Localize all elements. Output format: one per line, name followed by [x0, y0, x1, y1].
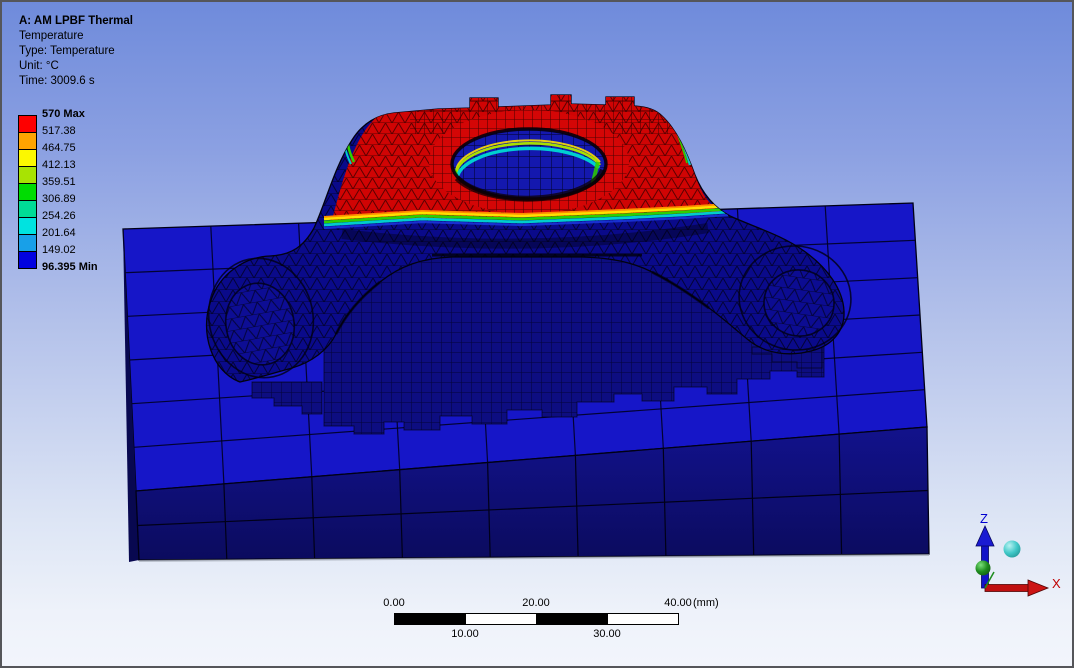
result-unit: Unit: °C [19, 59, 133, 74]
ansys-graphics-viewport: Z X A: AM LPBF Thermal Temperature Type:… [0, 0, 1074, 668]
ruler-segment [536, 613, 608, 625]
bracket-center-hole [452, 129, 606, 199]
ruler-tick-label: 30.00 [584, 628, 630, 640]
legend-band [19, 252, 36, 268]
legend-band [19, 116, 36, 133]
legend-value: 412.13 [42, 159, 132, 172]
ruler-unit-label: (mm) [693, 597, 733, 609]
ruler-tick-label: 10.00 [442, 628, 488, 640]
analysis-title: A: AM LPBF Thermal [19, 14, 133, 29]
legend-band [19, 133, 36, 150]
triad-y-ball[interactable] [976, 561, 991, 576]
legend-value: 306.89 [42, 193, 132, 206]
ruler-segment [465, 613, 537, 625]
triad-x-axis[interactable] [985, 585, 1032, 592]
legend-band [19, 150, 36, 167]
legend-band [19, 184, 36, 201]
legend-value: 359.51 [42, 176, 132, 189]
legend-value: 201.64 [42, 227, 132, 240]
legend-color-bar [18, 115, 37, 269]
ruler-segment [394, 613, 466, 625]
triad-z-label: Z [980, 511, 988, 526]
iso-view-ball[interactable] [1004, 541, 1021, 558]
legend-min-value: 96.395 Min [42, 261, 132, 274]
scale-ruler: 0.00 20.00 40.00 (mm) 10.00 30.00 [394, 597, 724, 645]
legend-max-value: 570 Max [42, 108, 132, 121]
legend-value: 517.38 [42, 125, 132, 138]
orientation-triad[interactable]: Z X [976, 511, 1062, 596]
result-type: Type: Temperature [19, 44, 133, 59]
legend-value: 464.75 [42, 142, 132, 155]
result-time: Time: 3009.6 s [19, 74, 133, 89]
legend-band [19, 235, 36, 252]
legend-band [19, 201, 36, 218]
ruler-segment [607, 613, 679, 625]
legend-value: 149.02 [42, 244, 132, 257]
ruler-tick-label: 0.00 [371, 597, 417, 609]
legend-value: 254.26 [42, 210, 132, 223]
ruler-tick-label: 20.00 [513, 597, 559, 609]
model-3d-scene[interactable]: Z X [2, 2, 1072, 666]
triad-x-label: X [1052, 576, 1061, 591]
legend-band [19, 218, 36, 235]
legend-band [19, 167, 36, 184]
result-annotation: A: AM LPBF Thermal Temperature Type: Tem… [19, 14, 133, 89]
result-name: Temperature [19, 29, 133, 44]
